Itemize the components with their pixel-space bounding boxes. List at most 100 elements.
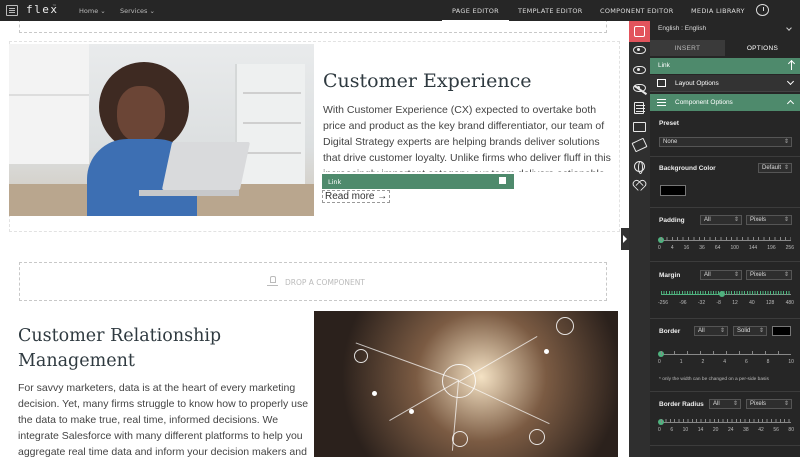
tick-label: 6 [670, 427, 674, 433]
tick-label: 128 [765, 300, 775, 306]
background-color-value: Default [762, 165, 782, 171]
crm-network-photo[interactable] [314, 311, 618, 457]
photo-laptop-base [139, 190, 239, 196]
document-icon[interactable] [634, 102, 645, 114]
component-icon [634, 26, 645, 37]
panel-icon-rail [629, 21, 650, 457]
tick-label: 16 [683, 245, 690, 251]
collapse-panel-toggle[interactable] [621, 228, 629, 250]
preset-select[interactable]: None [659, 137, 792, 147]
divider [650, 318, 800, 319]
section2-body[interactable]: For savvy marketers, data is at the hear… [18, 380, 313, 457]
link-component-bar[interactable]: Link [322, 174, 514, 189]
tab-page-editor[interactable]: PAGE EDITOR [442, 7, 509, 22]
tab-template-editor[interactable]: TEMPLATE EDITOR [518, 7, 583, 15]
chevron-down-icon [786, 25, 792, 31]
preset-value: None [663, 139, 678, 145]
tick-label: 80 [788, 427, 794, 433]
background-color-select[interactable]: Default [758, 163, 792, 173]
divider [650, 207, 800, 208]
margin-label: Margin [659, 272, 681, 279]
margin-tick-labels: -256 -96 -32 -8 12 40 128 480 [658, 300, 794, 306]
padding-unit-select[interactable]: Pixels [746, 215, 792, 225]
padding-side-value: All [704, 217, 711, 223]
tab-media-library[interactable]: MEDIA LIBRARY [691, 7, 745, 15]
sliders-icon [657, 98, 666, 106]
device-node [529, 429, 545, 445]
speedometer-icon[interactable] [756, 4, 769, 16]
border-radius-side-select[interactable]: All [709, 399, 741, 409]
padding-ticks [661, 237, 791, 241]
top-bar: flex ™ Home ⌄ Services ⌄ PAGE EDITOR TEM… [0, 0, 800, 22]
border-radius-ticks [661, 419, 791, 423]
photo-window [9, 44, 89, 164]
margin-side-select[interactable]: All [700, 270, 742, 280]
padding-side-select[interactable]: All [700, 215, 742, 225]
border-radius-tick-labels: 0 6 10 14 20 24 38 42 56 80 [658, 427, 794, 433]
heart-icon[interactable] [633, 181, 643, 191]
link-bar-checkbox[interactable] [499, 177, 506, 184]
border-radius-side-value: All [713, 401, 720, 407]
border-style-select[interactable]: Solid [733, 326, 767, 336]
tick-label: 100 [730, 245, 739, 251]
tab-insert[interactable]: INSERT [650, 40, 725, 56]
photo-face [117, 86, 165, 142]
globe-icon[interactable] [634, 161, 645, 174]
component-outline-top[interactable] [19, 21, 607, 33]
border-side-select[interactable]: All [694, 326, 728, 336]
divider [650, 156, 800, 157]
layout-icon[interactable] [633, 122, 646, 132]
margin-unit-select[interactable]: Pixels [746, 270, 792, 280]
border-style-value: Solid [737, 328, 751, 334]
arrow-up-icon[interactable] [791, 61, 792, 70]
eye-icon[interactable] [633, 66, 646, 74]
rail-active-tab[interactable] [629, 21, 650, 42]
network-dot [409, 409, 414, 414]
nav-home[interactable]: Home ⌄ [79, 7, 106, 15]
tick-label: 256 [785, 245, 794, 251]
language-select[interactable]: English : English [658, 25, 706, 32]
layout-options-row[interactable]: Layout Options [650, 75, 800, 92]
background-color-swatch[interactable] [660, 185, 686, 196]
tick-label: 1 [679, 359, 683, 365]
customer-experience-photo[interactable] [9, 44, 314, 216]
layout-options-label: Layout Options [675, 80, 719, 87]
drop-component-zone[interactable]: DROP A COMPONENT [19, 262, 607, 301]
photo-shelf [235, 64, 305, 184]
chevron-down-icon: ⌄ [149, 7, 155, 15]
drop-zone-label: DROP A COMPONENT [285, 278, 365, 287]
border-radius-unit-select[interactable]: Pixels [746, 399, 792, 409]
link-bar-label: Link [328, 178, 342, 186]
border-color-swatch[interactable] [772, 326, 791, 336]
eye-slash-icon[interactable] [633, 84, 646, 92]
component-options-row[interactable]: Component Options [650, 94, 800, 111]
tick-label: -96 [679, 300, 687, 306]
tick-label: 20 [712, 427, 719, 433]
tick-label: 10 [788, 359, 794, 365]
divider [650, 391, 800, 392]
tab-options[interactable]: OPTIONS [725, 40, 800, 56]
border-note: * only the width can be changed on a per… [659, 377, 769, 382]
tick-label: 144 [748, 245, 758, 251]
section2-title[interactable]: Customer Relationship Management [18, 324, 278, 374]
layout-icon [657, 79, 666, 87]
menu-icon[interactable] [6, 5, 18, 16]
padding-label: Padding [659, 217, 685, 224]
network-hub [442, 364, 476, 398]
padding-unit-value: Pixels [750, 217, 767, 223]
section-body[interactable]: With Customer Experience (CX) expected t… [323, 102, 620, 172]
eraser-icon[interactable] [631, 137, 648, 153]
tick-label: 56 [773, 427, 779, 433]
border-radius-unit-value: Pixels [750, 401, 767, 407]
border-label: Border [659, 328, 681, 335]
divider [650, 445, 800, 446]
eye-icon[interactable] [633, 46, 646, 54]
cart-node [452, 431, 468, 447]
photo-laptop [161, 142, 251, 190]
network-dot [372, 391, 377, 396]
nav-services[interactable]: Services ⌄ [120, 7, 155, 15]
read-more-link[interactable]: Read more → [322, 190, 391, 203]
link-row[interactable]: Link [650, 58, 800, 74]
tab-component-editor[interactable]: COMPONENT EDITOR [600, 7, 674, 15]
section-title[interactable]: Customer Experience [323, 70, 532, 92]
